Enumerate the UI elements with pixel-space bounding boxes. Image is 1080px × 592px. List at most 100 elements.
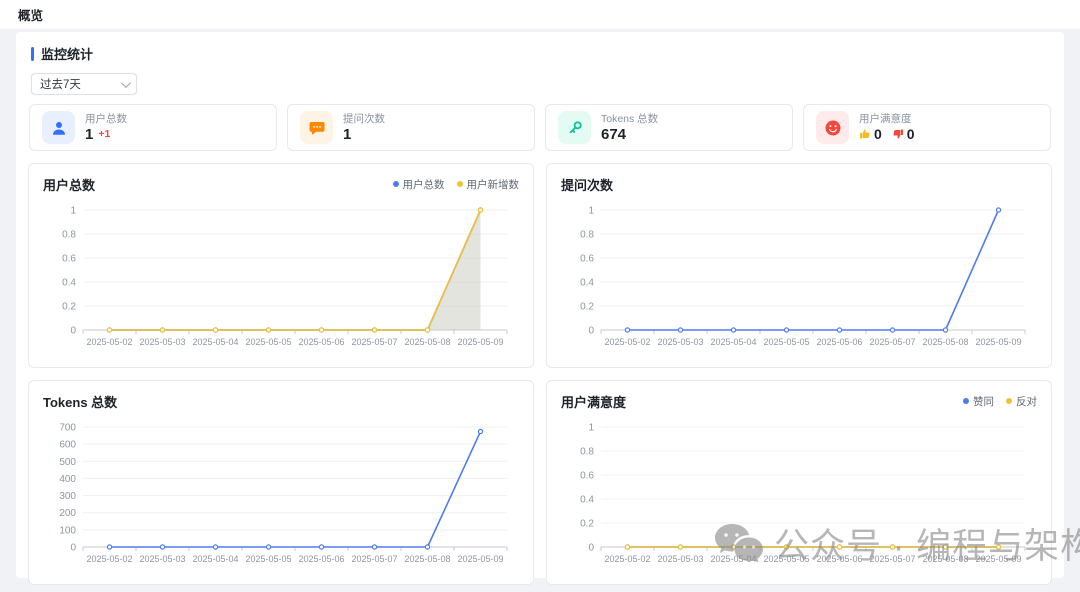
svg-text:0.6: 0.6 — [580, 471, 594, 482]
svg-text:2025-05-02: 2025-05-02 — [604, 554, 650, 564]
svg-text:200: 200 — [59, 508, 76, 519]
legend-item[interactable]: 用户总数 — [392, 177, 445, 192]
svg-text:2025-05-09: 2025-05-09 — [457, 554, 503, 564]
svg-text:0: 0 — [588, 543, 594, 554]
smiley-icon — [816, 111, 849, 144]
key-icon — [558, 111, 591, 144]
svg-text:2025-05-04: 2025-05-04 — [710, 554, 756, 564]
page-title: 概览 — [18, 9, 44, 23]
thumb-up-icon — [860, 129, 870, 139]
legend-label: 用户新增数 — [466, 178, 520, 191]
legend-item[interactable]: 赞同 — [963, 394, 994, 409]
svg-text:2025-05-08: 2025-05-08 — [404, 554, 450, 564]
legend-dot — [392, 181, 399, 187]
stat-value: 674 — [601, 125, 627, 143]
time-range-value: 过去7天 — [40, 79, 81, 91]
stat-card-users: 用户总数 1 +1 — [29, 104, 277, 151]
svg-text:2025-05-07: 2025-05-07 — [869, 337, 915, 347]
chat-bubble-icon — [300, 111, 333, 144]
chart-canvas-users: 0 0.2 0.4 0.6 0.8 1 2025-05-02 2025-05-03 2025-0… — [62, 206, 508, 347]
stat-label: 用户总数 — [85, 112, 127, 125]
thumb-up-value: 0 — [874, 125, 882, 142]
svg-text:0.8: 0.8 — [62, 230, 76, 241]
svg-text:0.6: 0.6 — [62, 254, 76, 265]
legend-label: 用户总数 — [402, 178, 445, 191]
stat-card-satisfaction: 用户满意度 0 0 — [803, 104, 1051, 151]
svg-text:600: 600 — [59, 440, 76, 451]
stat-card-questions: 提问次数 1 — [287, 104, 535, 151]
svg-text:2025-05-04: 2025-05-04 — [710, 337, 756, 347]
svg-text:1: 1 — [588, 423, 594, 434]
svg-text:0.8: 0.8 — [580, 447, 594, 458]
svg-text:1: 1 — [588, 206, 594, 217]
svg-text:2025-05-05: 2025-05-05 — [763, 337, 809, 347]
chart-title: 用户总数 — [43, 177, 96, 193]
stat-value: 1 — [85, 125, 94, 143]
chart-canvas-questions: 0 0.2 0.4 0.6 0.8 1 2025-05-02 2025-05-03 2025-0… — [580, 206, 1026, 347]
svg-text:2025-05-03: 2025-05-03 — [657, 554, 703, 564]
svg-text:2025-05-09: 2025-05-09 — [457, 337, 503, 347]
thumb-down-icon — [893, 129, 903, 139]
svg-text:2025-05-06: 2025-05-06 — [298, 337, 344, 347]
legend-dot — [456, 181, 463, 187]
svg-text:2025-05-04: 2025-05-04 — [192, 554, 238, 564]
svg-text:2025-05-03: 2025-05-03 — [139, 337, 185, 347]
svg-text:2025-05-02: 2025-05-02 — [86, 337, 132, 347]
svg-text:2025-05-08: 2025-05-08 — [404, 337, 450, 347]
thumb-down-value: 0 — [906, 125, 915, 142]
svg-text:500: 500 — [59, 457, 76, 468]
legend-label: 反对 — [1016, 395, 1037, 408]
legend-item[interactable]: 反对 — [1006, 394, 1037, 409]
svg-text:700: 700 — [59, 423, 76, 434]
chart-title: 用户满意度 — [561, 394, 627, 410]
svg-text:400: 400 — [59, 474, 76, 485]
svg-text:2025-05-04: 2025-05-04 — [192, 337, 238, 347]
svg-text:2025-05-06: 2025-05-06 — [816, 554, 862, 564]
svg-text:2025-05-03: 2025-05-03 — [139, 554, 185, 564]
svg-text:2025-05-08: 2025-05-08 — [922, 337, 968, 347]
svg-text:0: 0 — [70, 326, 76, 337]
stat-label: 用户满意度 — [859, 112, 912, 125]
top-bar: 概览 — [0, 0, 1080, 30]
chart-legend: 赞同 反对 — [963, 394, 1037, 409]
monitor-panel: 监控统计 过去7天 用户总数 1 +1 提问次数 1 Tokens 总数 674… — [16, 32, 1064, 585]
svg-text:1: 1 — [70, 206, 76, 217]
section-header: 监控统计 — [31, 44, 1052, 63]
stat-label: Tokens 总数 — [601, 112, 659, 125]
svg-text:0.8: 0.8 — [580, 230, 594, 241]
legend-dot — [963, 398, 969, 404]
svg-text:2025-05-07: 2025-05-07 — [869, 554, 915, 564]
chart-canvas-satisfaction: 0 0.2 0.4 0.6 0.8 1 2025-05-02 2025-05-03 2025-0… — [580, 423, 1026, 564]
svg-text:0.2: 0.2 — [580, 302, 594, 313]
svg-text:300: 300 — [59, 491, 76, 502]
svg-text:2025-05-05: 2025-05-05 — [245, 554, 291, 564]
svg-text:0.4: 0.4 — [580, 495, 594, 506]
chart-card-questions: 提问次数 0 0.2 0.4 0.6 0.8 1 2025-05-02 2025-05-03 2… — [546, 163, 1052, 368]
svg-text:0.4: 0.4 — [62, 278, 76, 289]
chart-legend: 用户总数 用户新增数 — [392, 177, 520, 192]
time-range-select[interactable]: 过去7天 — [31, 73, 137, 95]
svg-text:0: 0 — [588, 326, 594, 337]
svg-text:100: 100 — [59, 525, 76, 536]
svg-text:2025-05-07: 2025-05-07 — [351, 337, 397, 347]
svg-text:2025-05-09: 2025-05-09 — [975, 337, 1021, 347]
legend-item[interactable]: 用户新增数 — [456, 177, 520, 192]
legend-dot — [1006, 398, 1012, 404]
svg-text:2025-05-08: 2025-05-08 — [922, 554, 968, 564]
chart-title: Tokens 总数 — [43, 394, 118, 410]
svg-text:2025-05-06: 2025-05-06 — [298, 554, 344, 564]
svg-text:2025-05-05: 2025-05-05 — [763, 554, 809, 564]
stat-delta: +1 — [98, 127, 111, 140]
stat-value: 1 — [343, 125, 352, 143]
chart-card-users: 用户总数 用户总数 用户新增数 0 0.2 0.4 0.6 0.8 1 2025-05-02 2… — [28, 163, 534, 368]
svg-text:2025-05-02: 2025-05-02 — [86, 554, 132, 564]
user-icon — [42, 111, 75, 144]
chart-card-satisfaction: 用户满意度 赞同 反对 0 0.2 0.4 0.6 0.8 1 2025-05-02 2025-… — [546, 380, 1052, 585]
legend-label: 赞同 — [973, 395, 994, 408]
svg-text:2025-05-03: 2025-05-03 — [657, 337, 703, 347]
accent-bar — [31, 46, 34, 61]
svg-text:2025-05-05: 2025-05-05 — [245, 337, 291, 347]
charts-grid: 用户总数 用户总数 用户新增数 0 0.2 0.4 0.6 0.8 1 2025-05-02 2… — [28, 163, 1052, 585]
chart-title: 提问次数 — [561, 177, 614, 193]
svg-text:0.2: 0.2 — [580, 519, 594, 530]
